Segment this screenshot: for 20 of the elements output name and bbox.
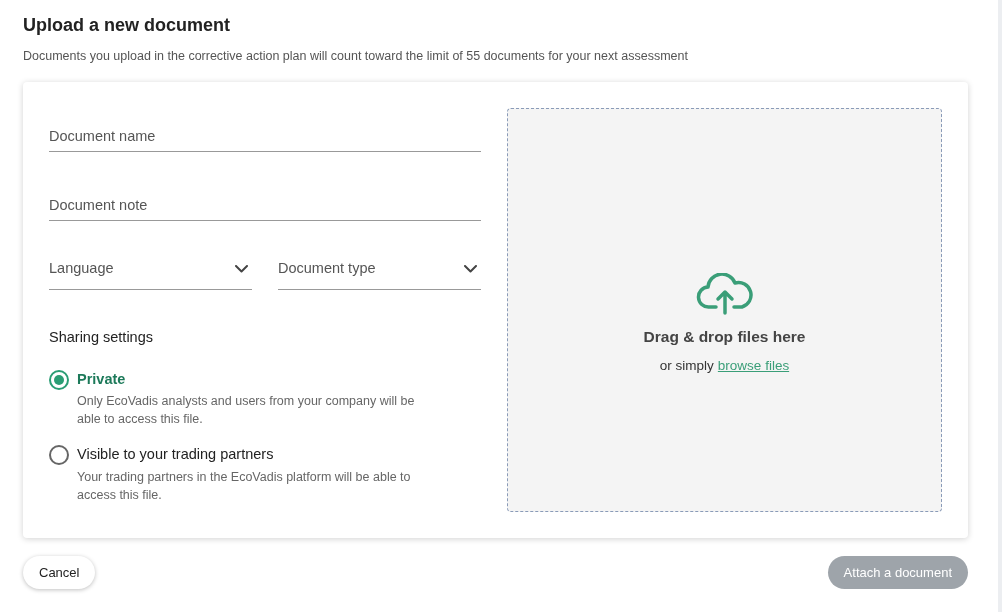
section-label: Sharing settings: [49, 327, 154, 347]
dropzone-hint: or simply: [659, 357, 714, 376]
cancel-button[interactable]: Cancel: [23, 555, 96, 589]
text-field[interactable]: Document note: [49, 176, 481, 221]
chevron-down-icon: [235, 264, 248, 273]
option-label: Private: [77, 369, 127, 389]
radio-button[interactable]: [49, 369, 69, 390]
option-description: Your trading partners in the EcoVadis platform will be able to access this file.: [77, 469, 412, 504]
cloud-upload-icon: [695, 273, 754, 315]
page-description: Documents you upload in the corrective action plan will count toward the limit of 55 documents for your next assessment: [23, 48, 689, 65]
option-description: Only EcoVadis analysts and users from your company will be able to access this file.: [77, 393, 416, 429]
dropzone-heading: Drag & drop files here: [643, 327, 806, 347]
page-title: Upload a new document: [23, 14, 232, 37]
radio-button[interactable]: [49, 445, 69, 466]
dropzone[interactable]: Drag & drop files here or simply browse files: [507, 107, 942, 512]
chevron-down-icon: [464, 264, 477, 273]
option-label: Visible to your trading partners: [77, 445, 275, 465]
select-field[interactable]: Document type: [278, 244, 481, 290]
select-field[interactable]: Language: [49, 244, 252, 290]
text-field[interactable]: Document name: [49, 107, 481, 152]
